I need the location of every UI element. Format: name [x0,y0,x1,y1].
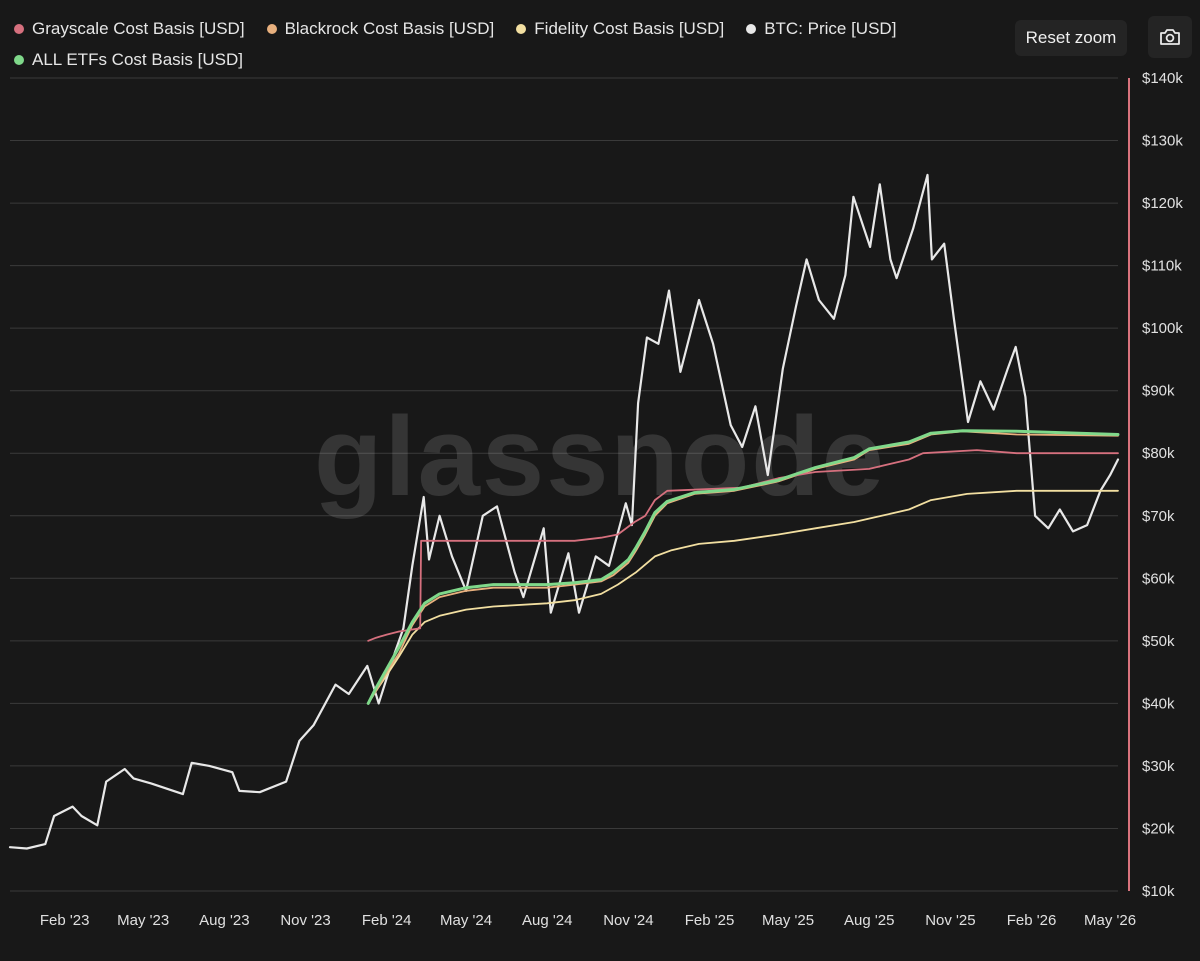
x-tick-label: Feb '24 [362,912,412,929]
watermark: glassnode [314,394,886,519]
x-tick-label: Nov '24 [603,912,653,929]
chart-canvas[interactable]: glassnode $10k $20k $30k $40k $50k $60k $70k $8… [0,0,1200,961]
x-tick-label: Aug '23 [199,912,249,929]
y-tick-label: $30k [1142,758,1175,775]
x-tick-label: May '24 [440,912,492,929]
x-tick-label: Nov '25 [925,912,975,929]
y-tick-label: $90k [1142,383,1175,400]
y-tick-label: $70k [1142,508,1175,525]
x-tick-label: May '25 [762,912,814,929]
y-tick-label: $100k [1142,320,1183,337]
y-tick-label: $110k [1142,258,1182,275]
y-tick-label: $140k [1142,70,1183,87]
y-axis-ticks: $10k $20k $30k $40k $50k $60k $70k $80k $90k $100… [1142,70,1183,900]
x-tick-label: Feb '26 [1007,912,1057,929]
x-tick-label: Feb '25 [685,912,735,929]
x-tick-label: May '26 [1084,912,1136,929]
y-tick-label: $120k [1142,195,1183,212]
y-tick-label: $10k [1142,883,1175,900]
y-tick-label: $20k [1142,820,1175,837]
x-axis-ticks: Feb '23 May '23 Aug '23 Nov '23 Feb '24 May '… [40,912,1136,929]
y-tick-label: $130k [1142,133,1183,150]
y-tick-label: $80k [1142,445,1175,462]
y-tick-label: $60k [1142,570,1175,587]
x-tick-label: Feb '23 [40,912,90,929]
y-tick-label: $50k [1142,633,1175,650]
x-tick-label: Nov '23 [280,912,330,929]
x-tick-label: Aug '24 [522,912,572,929]
x-tick-label: May '23 [117,912,169,929]
y-tick-label: $40k [1142,695,1175,712]
x-tick-label: Aug '25 [844,912,894,929]
